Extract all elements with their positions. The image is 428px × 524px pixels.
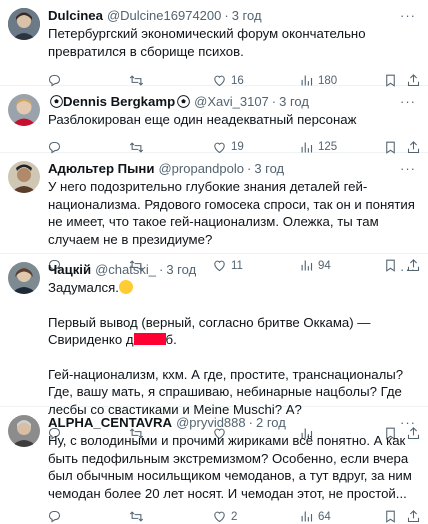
reply-button[interactable]	[47, 509, 66, 524]
retweet-icon	[129, 511, 144, 522]
timestamp[interactable]: 3 год	[279, 94, 309, 109]
timestamp[interactable]: 2 год	[256, 415, 286, 430]
tweet[interactable]: ALPHA_CENTAVRA @pryvid888 · 2 год ··· Ну…	[0, 407, 428, 524]
timestamp[interactable]: 3 год	[232, 8, 262, 23]
views-count: 64	[318, 510, 331, 523]
tweet[interactable]: Адюльтер Пыни @propandpolo · 3 год ··· У…	[0, 153, 428, 272]
thinking-emoji	[118, 280, 133, 294]
like-button[interactable]: 2	[212, 509, 237, 524]
author-handle[interactable]: @propandpolo	[158, 161, 243, 176]
views-icon	[301, 511, 313, 522]
author-handle[interactable]: @pryvid888	[176, 415, 246, 430]
reply-icon	[48, 510, 61, 523]
author-handle[interactable]: @Dulcine16974200	[107, 8, 221, 23]
author-name[interactable]: ALPHA_CENTAVRA	[48, 415, 172, 430]
separator-dot: ·	[271, 93, 277, 109]
more-icon[interactable]: ···	[400, 161, 416, 176]
tweet-header: ALPHA_CENTAVRA @pryvid888 · 2 год	[48, 413, 416, 431]
author-name[interactable]: Адюльтер Пыни	[48, 161, 154, 176]
separator-dot: ·	[224, 7, 229, 23]
more-icon[interactable]: ···	[400, 262, 416, 277]
timestamp[interactable]: 3 год	[254, 161, 284, 176]
more-icon[interactable]: ···	[400, 8, 416, 23]
author-name[interactable]: Dulcinea	[48, 8, 103, 23]
bookmark-icon	[386, 510, 395, 523]
tweet-paragraph: Задумался.	[48, 279, 416, 297]
separator-dot: ·	[158, 261, 164, 277]
more-icon[interactable]: ···	[400, 94, 416, 109]
tweet-text: Разблокирован еще один неадекватный перс…	[48, 112, 357, 127]
like-count: 2	[231, 510, 238, 523]
avatar[interactable]	[8, 8, 40, 40]
views-count: 125	[318, 141, 338, 153]
author-name[interactable]: Чацкій	[48, 262, 91, 277]
separator-dot: ·	[246, 160, 252, 176]
tweet-text: Петербургский экономический форум оконча…	[48, 26, 366, 59]
tweet[interactable]: Чацкій @chatski_ · 3 год ··· Задумался. …	[0, 254, 428, 440]
soccer-ball-icon	[50, 94, 63, 108]
like-count: 16	[231, 74, 244, 87]
tweet-text: Задумался. Первый вывод (верный, согласн…	[48, 279, 416, 418]
like-icon	[214, 511, 225, 523]
tweet-paragraph-text: Первый вывод (верный, согласно бритве Ок…	[48, 314, 371, 348]
tweet[interactable]: Dulcinea @Dulcine16974200 · 3 год ··· Пе…	[0, 0, 428, 87]
author-handle[interactable]: @chatski_	[95, 262, 156, 277]
tweet-paragraph-text: Задумался.	[48, 280, 119, 295]
author-name[interactable]: Dennis Bergkamp	[63, 94, 175, 109]
bookmark-button[interactable]	[383, 509, 398, 524]
tweet-actions: 2 64	[47, 502, 420, 524]
tweet-header: Dennis Bergkamp @Xavi_3107 · 3 год	[48, 92, 416, 110]
tweet-paragraph-text: б.	[165, 332, 177, 347]
redaction-mark	[133, 333, 166, 345]
share-icon	[407, 510, 420, 523]
avatar[interactable]	[8, 94, 40, 126]
author-handle[interactable]: @Xavi_3107	[194, 94, 269, 109]
timestamp[interactable]: 3 год	[166, 262, 196, 277]
tweet-paragraph: Первый вывод (верный, согласно бритве Ок…	[48, 314, 416, 349]
soccer-ball-icon	[177, 94, 190, 108]
tweet-header: Чацкій @chatski_ · 3 год	[48, 260, 416, 278]
retweet-button[interactable]	[129, 509, 148, 524]
share-button[interactable]	[406, 509, 421, 524]
tweet-header: Адюльтер Пыни @propandpolo · 3 год	[48, 159, 416, 177]
avatar[interactable]	[8, 415, 40, 447]
tweet-text: Ну, с володиными и прочими жириками всё …	[48, 433, 412, 501]
separator-dot: ·	[248, 414, 253, 430]
timeline-feed: Dulcinea @Dulcine16974200 · 3 год ··· Пе…	[0, 0, 428, 524]
tweet-text: У него подозрительно глубокие знания дет…	[48, 179, 415, 247]
tweet[interactable]: Dennis Bergkamp @Xavi_3107 · 3 год ··· Р…	[0, 86, 428, 154]
tweet-header: Dulcinea @Dulcine16974200 · 3 год	[48, 6, 416, 24]
more-icon[interactable]: ···	[400, 415, 416, 430]
avatar[interactable]	[8, 161, 40, 193]
like-count: 19	[231, 141, 244, 153]
views-button[interactable]: 64	[299, 509, 331, 524]
avatar[interactable]	[8, 262, 40, 294]
views-count: 180	[318, 74, 338, 87]
